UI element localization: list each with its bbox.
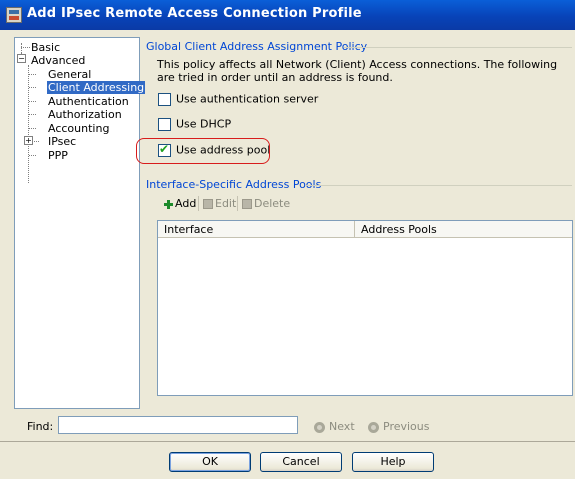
address-pools-table[interactable]: Interface Address Pools [157, 220, 573, 396]
group-separator [306, 185, 572, 186]
tree-item-ppp[interactable]: PPP [48, 149, 68, 162]
navigation-tree[interactable]: − + Basic Advanced General Client Addres… [14, 37, 146, 409]
next-label: Next [329, 420, 355, 433]
policy-description: This policy affects all Network (Client)… [157, 58, 558, 84]
interface-pools-group-title: Interface-Specific Address Pools [146, 178, 322, 191]
delete-button[interactable]: Delete [239, 195, 293, 212]
add-button[interactable]: Add [161, 195, 199, 212]
tree-connector [29, 101, 36, 102]
expand-icon[interactable]: + [24, 136, 33, 145]
edit-label: Edit [215, 197, 237, 210]
ok-button[interactable]: OK [169, 452, 251, 472]
use-authentication-server-checkbox[interactable] [158, 92, 171, 106]
toolbar-separator [237, 196, 238, 211]
previous-label: Previous [383, 420, 430, 433]
column-header-interface[interactable]: Interface [158, 221, 355, 238]
edit-button[interactable]: Edit [200, 195, 239, 212]
next-icon [314, 421, 325, 433]
collapse-icon[interactable]: − [17, 54, 26, 63]
add-label: Add [175, 197, 197, 210]
tree-connector [29, 114, 36, 115]
title-bar[interactable]: Add IPsec Remote Access Connection Profi… [0, 0, 575, 30]
find-bar: Find: Next Previous [0, 412, 575, 438]
window-title: Add IPsec Remote Access Connection Profi… [27, 6, 362, 21]
tree-connector [29, 87, 36, 88]
tree-connector [21, 43, 22, 53]
group-separator [344, 47, 572, 48]
tree-item-ipsec[interactable]: IPsec [48, 135, 76, 148]
global-policy-group-title: Global Client Address Assignment Policy [146, 40, 368, 53]
use-dhcp-option[interactable]: Use DHCP [158, 117, 231, 131]
tree-connector [34, 141, 39, 142]
tree-item-general[interactable]: General [48, 68, 91, 81]
tree-connector [21, 47, 30, 48]
app-icon [6, 7, 22, 23]
plus-icon [164, 199, 173, 209]
use-authentication-server-option[interactable]: Use authentication server [158, 92, 318, 106]
column-header-address-pools[interactable]: Address Pools [355, 221, 572, 238]
trash-icon [242, 199, 252, 209]
use-dhcp-checkbox[interactable] [158, 117, 171, 131]
tree-item-authorization[interactable]: Authorization [48, 108, 122, 121]
previous-button[interactable]: Previous [368, 420, 430, 433]
tree-connector [29, 155, 36, 156]
edit-icon [203, 199, 213, 209]
tree-item-client-addressing[interactable]: Client Addressing [47, 81, 146, 94]
help-button[interactable]: Help [352, 452, 434, 472]
tree-connector [28, 65, 29, 183]
button-divider [0, 441, 575, 442]
next-button[interactable]: Next [314, 420, 355, 433]
tree-connector [29, 128, 36, 129]
checkbox-label: Use DHCP [176, 117, 232, 131]
tree-connector [29, 74, 36, 75]
delete-label: Delete [254, 197, 291, 210]
toolbar-separator [198, 196, 199, 211]
tree-item-accounting[interactable]: Accounting [48, 122, 109, 135]
tree-item-advanced[interactable]: Advanced [31, 54, 85, 67]
highlight-annotation [136, 138, 270, 164]
tree-item-basic[interactable]: Basic [31, 41, 60, 54]
find-label: Find: [27, 420, 54, 433]
cancel-button[interactable]: Cancel [260, 452, 342, 472]
checkbox-label: Use authentication server [176, 92, 319, 106]
tree-item-authentication[interactable]: Authentication [48, 95, 129, 108]
find-input[interactable] [58, 416, 298, 434]
previous-icon [368, 421, 379, 433]
